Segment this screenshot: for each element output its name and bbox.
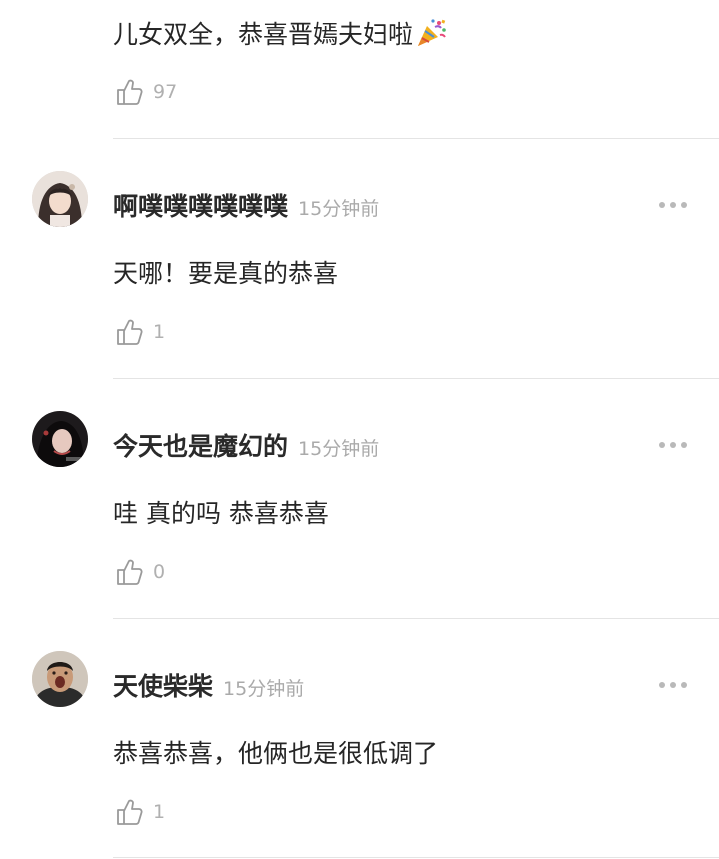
comment-item: 天使柴柴 15分钟前 恭喜恭喜，他俩也是很低调了 1 (0, 620, 719, 859)
username[interactable]: 天使柴柴 15分钟前 (113, 672, 304, 704)
comment-text: 哇 真的吗 恭喜恭喜 (113, 499, 329, 528)
more-options-icon[interactable] (657, 439, 689, 451)
divider (113, 857, 719, 858)
timestamp: 15分钟前 (223, 678, 305, 700)
like-count: 1 (153, 801, 166, 823)
username-text: 今天也是魔幻的 (113, 432, 289, 461)
like-count: 0 (153, 561, 166, 583)
thumbs-up-icon (117, 799, 143, 825)
avatar[interactable] (32, 651, 88, 707)
avatar-image (32, 411, 88, 467)
username-text: 天使柴柴 (113, 672, 214, 701)
avatar[interactable] (32, 171, 88, 227)
comment-list: 儿女双全，恭喜晋嫣夫妇啦 97 啊噗噗噗噗噗噗 15分钟前 天哪！要是真的恭喜 … (0, 0, 719, 859)
username[interactable]: 啊噗噗噗噗噗噗 15分钟前 (113, 192, 379, 224)
timestamp: 15分钟前 (298, 198, 380, 220)
thumbs-up-icon (117, 319, 143, 345)
party-popper-icon (418, 19, 446, 46)
comment-text: 恭喜恭喜，他俩也是很低调了 (113, 739, 439, 768)
comment-text: 天哪！要是真的恭喜 (113, 259, 339, 288)
like-count: 97 (153, 81, 178, 103)
more-options-icon[interactable] (657, 199, 689, 211)
comment-item: 儿女双全，恭喜晋嫣夫妇啦 97 (0, 0, 719, 140)
divider (113, 378, 719, 379)
comment-item: 今天也是魔幻的 15分钟前 哇 真的吗 恭喜恭喜 0 (0, 380, 719, 620)
avatar-image (32, 651, 88, 707)
divider (113, 618, 719, 619)
thumbs-up-icon (117, 559, 143, 585)
like-button[interactable]: 0 (115, 557, 165, 587)
like-button[interactable]: 97 (115, 77, 177, 107)
like-button[interactable]: 1 (115, 797, 165, 827)
more-options-icon[interactable] (657, 679, 689, 691)
like-count: 1 (153, 321, 166, 343)
comment-text: 儿女双全，恭喜晋嫣夫妇啦 (113, 18, 447, 51)
avatar[interactable] (32, 411, 88, 467)
comment-item: 啊噗噗噗噗噗噗 15分钟前 天哪！要是真的恭喜 1 (0, 140, 719, 380)
like-button[interactable]: 1 (115, 317, 165, 347)
username-text: 啊噗噗噗噗噗噗 (113, 192, 289, 221)
username[interactable]: 今天也是魔幻的 15分钟前 (113, 432, 379, 464)
divider (113, 138, 719, 139)
comment-text-content: 儿女双全，恭喜晋嫣夫妇啦 (113, 20, 414, 49)
avatar-image (32, 171, 88, 227)
thumbs-up-icon (117, 79, 143, 105)
timestamp: 15分钟前 (298, 438, 380, 460)
